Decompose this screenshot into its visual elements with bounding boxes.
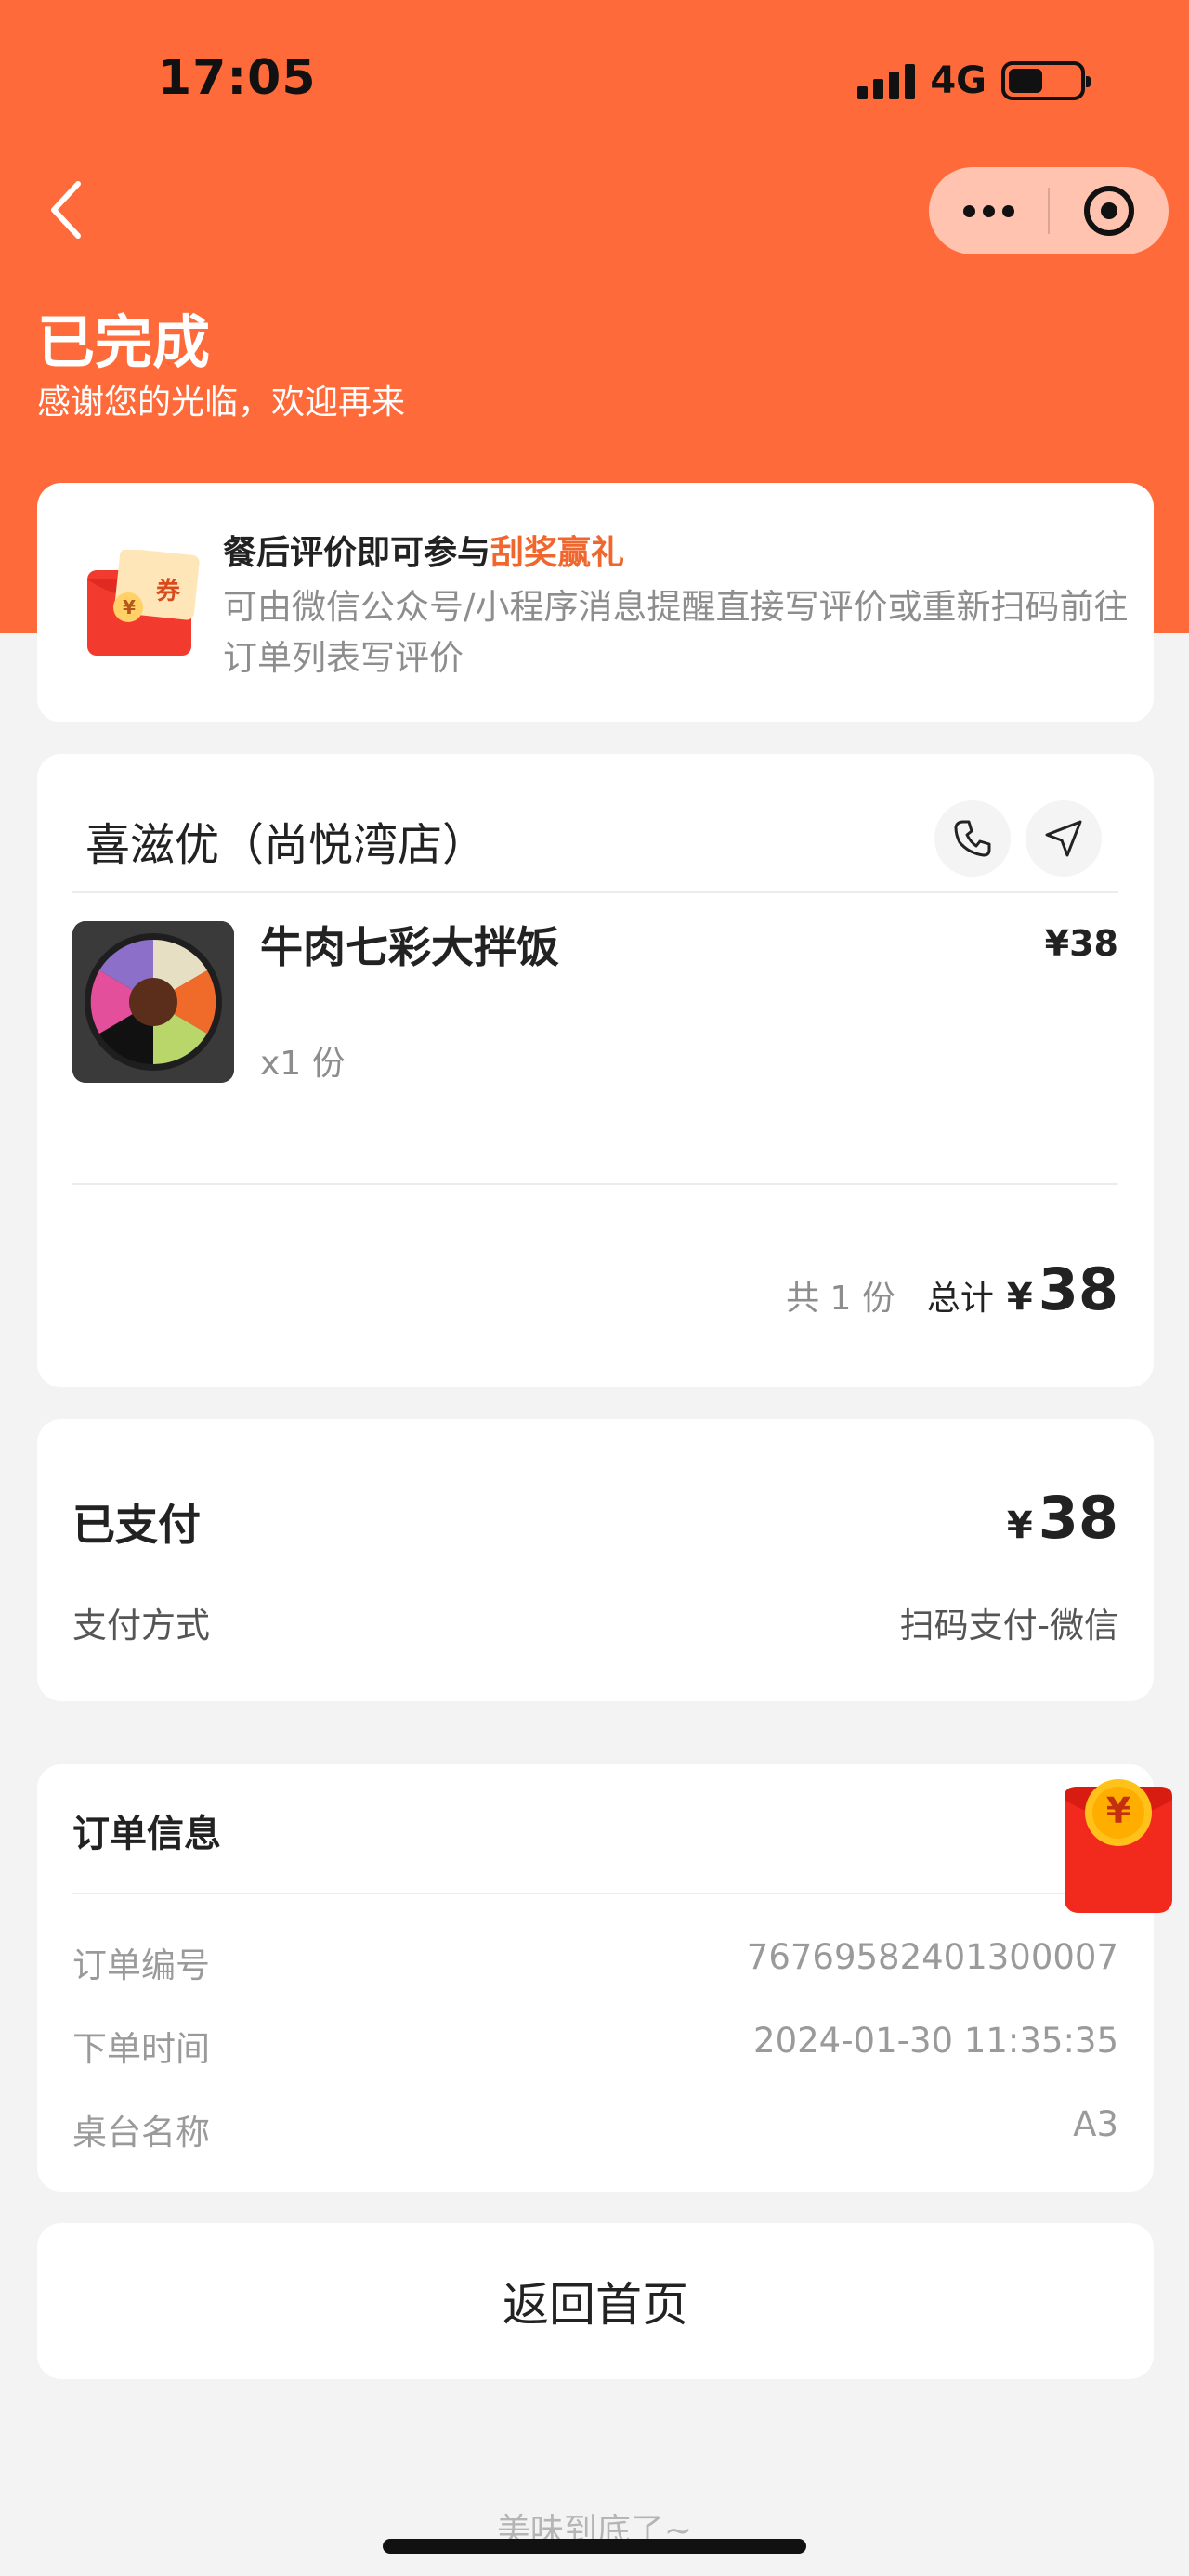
shop-name: 喜滋优（尚悦湾店） [85, 819, 488, 871]
mini-program-capsule [929, 167, 1169, 254]
info-label: 订单编号 [72, 1945, 210, 1985]
red-packet-symbol: ¥ [1105, 1790, 1131, 1831]
currency-symbol: ¥ [1006, 1276, 1033, 1319]
shop-order-card: 喜滋优（尚悦湾店） 牛肉七彩大拌饭 ¥38 x1 份 共 1 份 总计 ¥ 38 [37, 754, 1154, 1387]
total-amount: 38 [1038, 1255, 1118, 1323]
call-shop-button[interactable] [934, 800, 1011, 877]
signal-icon [857, 62, 916, 99]
more-button[interactable] [929, 167, 1048, 254]
phone-icon [954, 820, 991, 857]
order-info-card: 订单信息 订单编号 76769582401300007 下单时间 2024-01… [37, 1764, 1154, 2192]
back-to-home-button[interactable]: 返回首页 [37, 2223, 1154, 2379]
coupon-currency: ¥ [123, 596, 136, 618]
back-button[interactable] [41, 173, 97, 247]
dish-name: 牛肉七彩大拌饭 [260, 922, 559, 972]
dish-image [72, 921, 234, 1083]
payment-card: 已支付 ¥ 38 支付方式 扫码支付-微信 [37, 1419, 1154, 1701]
payment-method-value: 扫码支付-微信 [899, 1606, 1118, 1646]
order-status-title: 已完成 [37, 308, 211, 376]
target-icon [1083, 186, 1134, 236]
info-value: A3 [1073, 2104, 1118, 2144]
navigation-icon [1045, 820, 1082, 857]
divider [72, 1183, 1118, 1185]
divider [72, 891, 1118, 893]
info-label: 桌台名称 [72, 2113, 210, 2153]
table-name-row: 桌台名称 A3 [72, 2104, 1118, 2154]
status-time: 17:05 [158, 50, 317, 106]
paid-amount: ¥ 38 [1007, 1484, 1118, 1552]
navigate-button[interactable] [1026, 800, 1102, 877]
status-indicators: 4G [857, 59, 1091, 102]
promo-description: 可由微信公众号/小程序消息提醒直接写评价或重新扫码前往订单列表写评价 [223, 587, 1129, 678]
paid-total: 38 [1038, 1484, 1118, 1552]
chevron-left-icon [51, 181, 81, 239]
payment-method-label: 支付方式 [72, 1606, 210, 1646]
divider [72, 1893, 1118, 1894]
home-indicator[interactable] [383, 2539, 806, 2554]
order-number-row: 订单编号 76769582401300007 [72, 1937, 1118, 1987]
total-label: 总计 [926, 1280, 994, 1318]
promo-title-highlight: 刮奖赢礼 [490, 534, 625, 572]
coupon-icon [87, 550, 200, 656]
info-value: 2024-01-30 11:35:35 [753, 2021, 1118, 2061]
more-icon [962, 204, 1014, 217]
promo-title-prefix: 餐后评价即可参与 [223, 534, 491, 572]
coupon-text: 券 [156, 578, 181, 605]
dish-price: ¥38 [1044, 923, 1118, 964]
close-mini-program-button[interactable] [1050, 167, 1169, 254]
info-label: 下单时间 [72, 2029, 210, 2069]
review-promo-card[interactable]: 券 ¥ 餐后评价即可参与刮奖赢礼 可由微信公众号/小程序消息提醒直接写评价或重新… [37, 483, 1154, 722]
promo-title: 餐后评价即可参与刮奖赢礼 [223, 526, 624, 574]
order-summary: 共 1 份 总计 ¥ 38 [786, 1255, 1118, 1323]
order-time-row: 下单时间 2024-01-30 11:35:35 [72, 2021, 1118, 2071]
payment-status: 已支付 [72, 1500, 201, 1550]
order-status-subtitle: 感谢您的光临，欢迎再来 [37, 384, 406, 422]
battery-icon [1001, 61, 1091, 100]
dish-quantity: x1 份 [260, 1045, 346, 1083]
info-value: 76769582401300007 [746, 1937, 1118, 1977]
network-type: 4G [930, 59, 986, 102]
currency-symbol: ¥ [1006, 1504, 1033, 1547]
red-packet-float-button[interactable]: ¥ [1063, 1774, 1174, 1915]
order-info-title: 订单信息 [72, 1813, 221, 1855]
item-count: 共 1 份 [786, 1280, 895, 1318]
